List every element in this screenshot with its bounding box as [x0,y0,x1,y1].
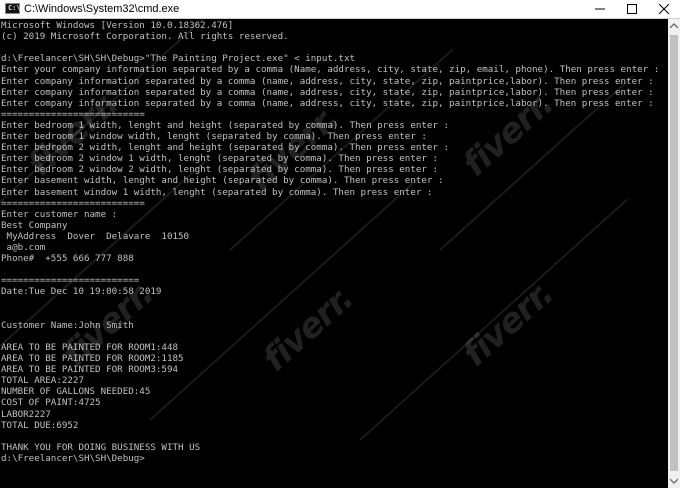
maximize-icon [627,4,637,14]
console-line: Best Company [1,219,68,231]
cmd-window: C:\ C:\Windows\System32\cmd.exe fiverr. … [0,0,680,488]
console-line: Customer Name:John Smith [1,319,134,331]
console-line: AREA TO BE PAINTED FOR ROOM3:594 [1,364,179,376]
console-line: Enter bedroom 1 window width, lenght (se… [1,131,427,142]
console-line: LABOR2227 [1,408,51,420]
console-line: Enter basement width, lenght and height … [1,175,444,187]
console-line: ========================== [1,197,145,209]
console-line: Enter company information separated by a… [1,86,654,98]
title-bar[interactable]: C:\ C:\Windows\System32\cmd.exe [0,0,680,19]
console-line: Enter bedroom 2 window 1 width, lenght (… [1,153,438,165]
watermark-stroke [149,178,419,421]
minimize-icon [595,8,605,10]
console-line: NUMBER OF GALLONS NEEDED:45 [1,386,151,398]
console-line: Date:Tue Dec 10 19:00:58 2019 [1,286,162,298]
watermark-fiverr: fiverr. [255,278,362,380]
console-line: Enter basement window 1 width, lenght (s… [1,186,433,198]
console-line: AREA TO BE PAINTED FOR ROOM1:448 [1,341,179,353]
console-line: AREA TO BE PAINTED FOR ROOM2:1185 [1,353,184,364]
console-line: d:\Freelancer\SH\SH\Debug>"The Painting … [1,53,356,65]
console-line: Enter company information separated by a… [1,75,654,87]
console-line: Enter bedroom 1 width, lenght and height… [1,119,450,131]
console-line: ========================== [1,108,145,120]
console-line: Enter customer name : [1,208,118,220]
console-output[interactable]: fiverr. fiverr. fiverr. fiverr. fiverr. … [0,19,668,488]
scroll-up-button[interactable] [668,19,680,33]
maximize-button[interactable] [616,0,648,18]
scrollbar-thumb[interactable] [670,35,678,471]
console-line: MyAddress Dover Delavare 10150 [1,230,190,242]
console-line: d:\Freelancer\SH\SH\Debug> [1,452,145,464]
vertical-scrollbar[interactable] [668,19,680,488]
console-line: Enter your company information separated… [1,64,660,76]
console-line: THANK YOU FOR DOING BUSINESS WITH US [1,441,201,453]
chevron-up-icon [670,23,678,29]
console-line: ========================= [1,275,140,287]
console-line: Enter company information separated by a… [1,97,654,109]
app-icon-label: C:\ [8,4,21,12]
minimize-button[interactable] [584,0,616,18]
console-line: COST OF PAINT:4725 [1,397,101,409]
cmd-app-icon: C:\ [5,3,21,14]
console-line: Phone# +555 666 777 888 [1,253,134,265]
close-icon [659,4,669,14]
window-title: C:\Windows\System32\cmd.exe [24,3,180,15]
console-line: (c) 2019 Microsoft Corporation. All righ… [1,31,289,43]
watermark-fiverr: fiverr. [455,273,562,375]
watermark-stroke [359,198,629,441]
chevron-down-icon [670,478,678,484]
console-line: Microsoft Windows [Version 10.0.18362.47… [1,20,234,31]
console-line: TOTAL AREA:2227 [1,375,84,387]
console-line: Enter bedroom 2 window 2 width, lenght (… [1,164,438,176]
console-line: Enter bedroom 2 width, lenght and height… [1,142,450,154]
console-line: TOTAL DUE:6952 [1,419,79,431]
scroll-down-button[interactable] [668,474,680,488]
close-button[interactable] [648,0,680,18]
console-line: a@b.com [1,242,46,253]
